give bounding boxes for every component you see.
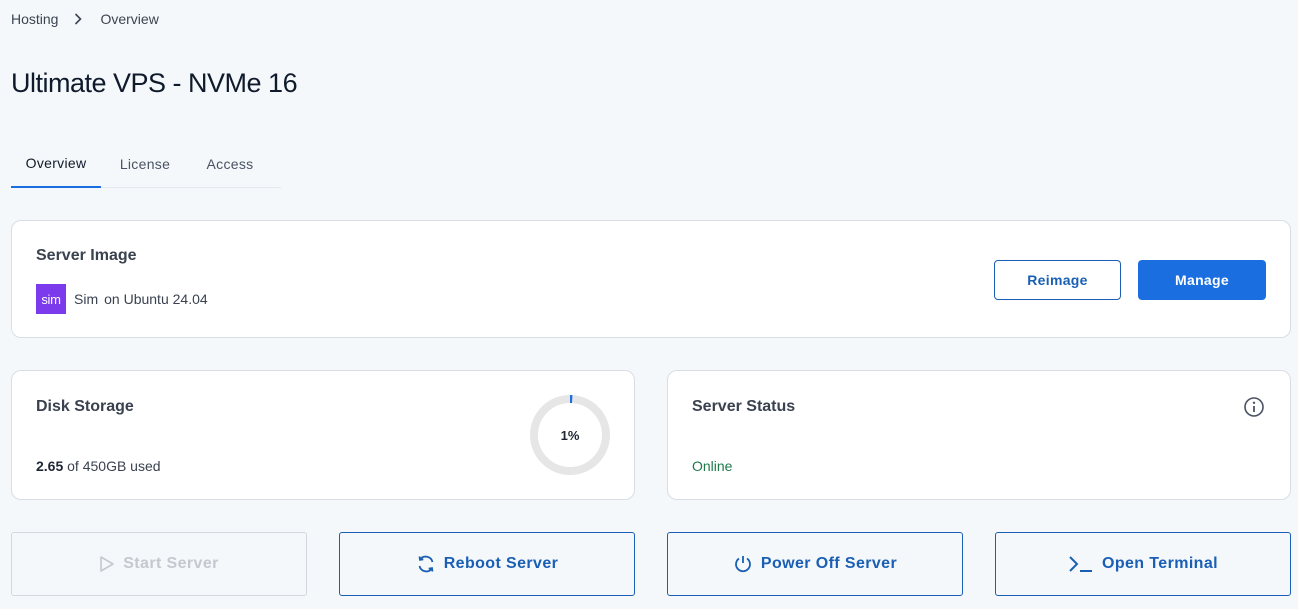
- server-image-card: Server Image sim Sim on Ubuntu 24.04 Rei…: [11, 220, 1291, 338]
- manage-button[interactable]: Manage: [1138, 260, 1266, 300]
- open-terminal-button[interactable]: Open Terminal: [995, 532, 1291, 596]
- reimage-button[interactable]: Reimage: [994, 260, 1121, 300]
- breadcrumb: Hosting Overview: [11, 11, 159, 27]
- disk-usage-percent: 1%: [560, 427, 580, 443]
- start-server-label: Start Server: [123, 555, 219, 572]
- reboot-server-label: Reboot Server: [443, 555, 559, 572]
- sim-logo: sim: [36, 284, 66, 314]
- disk-total-text: of 450GB used: [67, 458, 161, 474]
- page-title: Ultimate VPS - NVMe 16: [11, 68, 298, 98]
- reboot-server-button[interactable]: Reboot Server: [339, 532, 635, 596]
- server-status-card: Server Status Online: [667, 370, 1291, 500]
- server-status-title: Server Status: [692, 398, 796, 415]
- tab-license[interactable]: License: [107, 140, 183, 188]
- refresh-icon: [418, 555, 434, 573]
- breadcrumb-hosting[interactable]: Hosting: [11, 11, 58, 27]
- start-server-button[interactable]: Start Server: [11, 532, 307, 596]
- power-off-server-label: Power Off Server: [760, 555, 898, 572]
- terminal-icon: [1069, 556, 1092, 572]
- server-image-info: sim Sim on Ubuntu 24.04: [36, 284, 208, 314]
- image-os: on Ubuntu 24.04: [104, 291, 208, 307]
- info-icon[interactable]: [1243, 396, 1265, 418]
- disk-used-text: 2.65 of 450GB used: [36, 458, 161, 474]
- disk-storage-card: Disk Storage 2.65 of 450GB used 1%: [11, 370, 635, 500]
- server-image-title: Server Image: [36, 247, 137, 264]
- disk-storage-title: Disk Storage: [36, 398, 134, 415]
- server-status-value: Online: [692, 458, 733, 474]
- breadcrumb-overview: Overview: [100, 11, 159, 27]
- power-icon: [734, 556, 751, 573]
- power-off-server-button[interactable]: Power Off Server: [667, 532, 963, 596]
- tab-access[interactable]: Access: [197, 140, 263, 188]
- open-terminal-label: Open Terminal: [1101, 555, 1219, 572]
- play-icon: [100, 556, 115, 572]
- disk-used-value: 2.65: [36, 458, 64, 474]
- tab-bar: Overview License Access: [11, 140, 281, 188]
- image-name: Sim: [74, 291, 99, 307]
- chevron-right-icon: [74, 13, 83, 25]
- tab-overview[interactable]: Overview: [11, 140, 101, 188]
